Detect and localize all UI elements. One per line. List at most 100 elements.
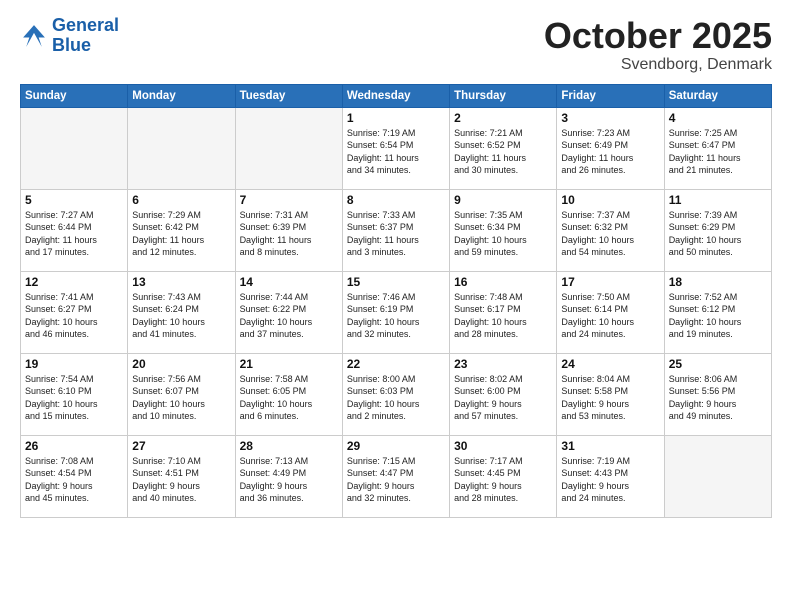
logo-line2: Blue: [52, 36, 119, 56]
calendar-cell: 4 Sunrise: 7:25 AM Sunset: 6:47 PM Daylig…: [664, 107, 771, 189]
day-info: Sunrise: 7:37 AM Sunset: 6:32 PM Dayligh…: [561, 209, 659, 259]
day-header-wednesday: Wednesday: [342, 84, 449, 107]
day-number: 29: [347, 439, 445, 453]
calendar-cell: 24Sunrise: 8:04 AM Sunset: 5:58 PM Dayli…: [557, 353, 664, 435]
calendar-cell: 21 Sunrise: 7:58 AM Sunset: 6:05 PM Dayli…: [235, 353, 342, 435]
day-info: Sunrise: 7:08 AM Sunset: 4:54 PM Dayligh…: [25, 455, 123, 505]
calendar-body: 1 Sunrise: 7:19 AM Sunset: 6:54 PM Daylig…: [21, 107, 772, 517]
day-info: Sunrise: 7:33 AM Sunset: 6:37 PM Dayligh…: [347, 209, 445, 259]
day-info: Sunrise: 7:41 AM Sunset: 6:27 PM Dayligh…: [25, 291, 123, 341]
day-number: 17: [561, 275, 659, 289]
day-info: Sunrise: 8:06 AM Sunset: 5:56 PM Dayligh…: [669, 373, 767, 423]
logo-line1: General: [52, 16, 119, 36]
calendar-cell: 2 Sunrise: 7:21 AM Sunset: 6:52 PM Daylig…: [450, 107, 557, 189]
day-number: 5: [25, 193, 123, 207]
day-number: 14: [240, 275, 338, 289]
day-info: Sunrise: 7:17 AM Sunset: 4:45 PM Dayligh…: [454, 455, 552, 505]
day-info: Sunrise: 7:43 AM Sunset: 6:24 PM Dayligh…: [132, 291, 230, 341]
day-info: Sunrise: 7:56 AM Sunset: 6:07 PM Dayligh…: [132, 373, 230, 423]
calendar-cell: 26 Sunrise: 7:08 AM Sunset: 4:54 PM Dayli…: [21, 435, 128, 517]
logo-icon: [20, 22, 48, 50]
day-info: Sunrise: 7:48 AM Sunset: 6:17 PM Dayligh…: [454, 291, 552, 341]
day-number: 22: [347, 357, 445, 371]
logo: General Blue: [20, 16, 119, 56]
calendar-cell: 8Sunrise: 7:33 AM Sunset: 6:37 PM Daylig…: [342, 189, 449, 271]
calendar-week-2: 5 Sunrise: 7:27 AM Sunset: 6:44 PM Daylig…: [21, 189, 772, 271]
day-info: Sunrise: 7:50 AM Sunset: 6:14 PM Dayligh…: [561, 291, 659, 341]
day-header-monday: Monday: [128, 84, 235, 107]
calendar-week-3: 12Sunrise: 7:41 AM Sunset: 6:27 PM Dayli…: [21, 271, 772, 353]
calendar-cell: 27 Sunrise: 7:10 AM Sunset: 4:51 PM Dayli…: [128, 435, 235, 517]
day-number: 10: [561, 193, 659, 207]
calendar-cell: 28Sunrise: 7:13 AM Sunset: 4:49 PM Dayli…: [235, 435, 342, 517]
day-info: Sunrise: 8:02 AM Sunset: 6:00 PM Dayligh…: [454, 373, 552, 423]
calendar-cell: 13Sunrise: 7:43 AM Sunset: 6:24 PM Dayli…: [128, 271, 235, 353]
day-info: Sunrise: 7:52 AM Sunset: 6:12 PM Dayligh…: [669, 291, 767, 341]
calendar-cell: 6Sunrise: 7:29 AM Sunset: 6:42 PM Daylig…: [128, 189, 235, 271]
calendar-cell: 30 Sunrise: 7:17 AM Sunset: 4:45 PM Dayli…: [450, 435, 557, 517]
calendar-week-1: 1 Sunrise: 7:19 AM Sunset: 6:54 PM Daylig…: [21, 107, 772, 189]
calendar-cell: 20 Sunrise: 7:56 AM Sunset: 6:07 PM Dayli…: [128, 353, 235, 435]
calendar-header-row: SundayMondayTuesdayWednesdayThursdayFrid…: [21, 84, 772, 107]
calendar-cell: 29 Sunrise: 7:15 AM Sunset: 4:47 PM Dayli…: [342, 435, 449, 517]
day-number: 23: [454, 357, 552, 371]
day-number: 1: [347, 111, 445, 125]
day-info: Sunrise: 7:46 AM Sunset: 6:19 PM Dayligh…: [347, 291, 445, 341]
calendar-cell: 15Sunrise: 7:46 AM Sunset: 6:19 PM Dayli…: [342, 271, 449, 353]
calendar-cell: 7Sunrise: 7:31 AM Sunset: 6:39 PM Daylig…: [235, 189, 342, 271]
day-number: 26: [25, 439, 123, 453]
day-number: 4: [669, 111, 767, 125]
day-info: Sunrise: 7:23 AM Sunset: 6:49 PM Dayligh…: [561, 127, 659, 177]
day-number: 18: [669, 275, 767, 289]
calendar-cell: 22Sunrise: 8:00 AM Sunset: 6:03 PM Dayli…: [342, 353, 449, 435]
day-number: 6: [132, 193, 230, 207]
calendar-table: SundayMondayTuesdayWednesdayThursdayFrid…: [20, 84, 772, 518]
calendar-cell: 3 Sunrise: 7:23 AM Sunset: 6:49 PM Daylig…: [557, 107, 664, 189]
day-number: 30: [454, 439, 552, 453]
calendar-week-5: 26 Sunrise: 7:08 AM Sunset: 4:54 PM Dayli…: [21, 435, 772, 517]
logo-text: General Blue: [52, 16, 119, 56]
calendar-cell: [664, 435, 771, 517]
day-number: 27: [132, 439, 230, 453]
calendar-cell: 25Sunrise: 8:06 AM Sunset: 5:56 PM Dayli…: [664, 353, 771, 435]
calendar-cell: 11Sunrise: 7:39 AM Sunset: 6:29 PM Dayli…: [664, 189, 771, 271]
calendar-cell: 19 Sunrise: 7:54 AM Sunset: 6:10 PM Dayli…: [21, 353, 128, 435]
page: General Blue October 2025 Svendborg, Den…: [0, 0, 792, 612]
day-info: Sunrise: 7:10 AM Sunset: 4:51 PM Dayligh…: [132, 455, 230, 505]
header: General Blue October 2025 Svendborg, Den…: [20, 16, 772, 74]
day-info: Sunrise: 7:54 AM Sunset: 6:10 PM Dayligh…: [25, 373, 123, 423]
calendar-cell: 9Sunrise: 7:35 AM Sunset: 6:34 PM Daylig…: [450, 189, 557, 271]
day-number: 16: [454, 275, 552, 289]
day-number: 21: [240, 357, 338, 371]
day-info: Sunrise: 7:31 AM Sunset: 6:39 PM Dayligh…: [240, 209, 338, 259]
location: Svendborg, Denmark: [544, 56, 772, 74]
calendar-cell: 18 Sunrise: 7:52 AM Sunset: 6:12 PM Dayli…: [664, 271, 771, 353]
day-info: Sunrise: 7:27 AM Sunset: 6:44 PM Dayligh…: [25, 209, 123, 259]
calendar-cell: 12Sunrise: 7:41 AM Sunset: 6:27 PM Dayli…: [21, 271, 128, 353]
day-number: 2: [454, 111, 552, 125]
day-info: Sunrise: 7:21 AM Sunset: 6:52 PM Dayligh…: [454, 127, 552, 177]
calendar-cell: [235, 107, 342, 189]
day-info: Sunrise: 7:19 AM Sunset: 4:43 PM Dayligh…: [561, 455, 659, 505]
day-header-sunday: Sunday: [21, 84, 128, 107]
month-title: October 2025: [544, 16, 772, 56]
day-number: 31: [561, 439, 659, 453]
day-info: Sunrise: 7:15 AM Sunset: 4:47 PM Dayligh…: [347, 455, 445, 505]
day-info: Sunrise: 7:25 AM Sunset: 6:47 PM Dayligh…: [669, 127, 767, 177]
calendar-cell: [21, 107, 128, 189]
day-number: 20: [132, 357, 230, 371]
day-info: Sunrise: 7:58 AM Sunset: 6:05 PM Dayligh…: [240, 373, 338, 423]
calendar-cell: 10 Sunrise: 7:37 AM Sunset: 6:32 PM Dayli…: [557, 189, 664, 271]
day-header-saturday: Saturday: [664, 84, 771, 107]
calendar-cell: [128, 107, 235, 189]
day-number: 3: [561, 111, 659, 125]
day-info: Sunrise: 7:39 AM Sunset: 6:29 PM Dayligh…: [669, 209, 767, 259]
calendar-cell: 31 Sunrise: 7:19 AM Sunset: 4:43 PM Dayli…: [557, 435, 664, 517]
calendar-cell: 1 Sunrise: 7:19 AM Sunset: 6:54 PM Daylig…: [342, 107, 449, 189]
day-info: Sunrise: 7:19 AM Sunset: 6:54 PM Dayligh…: [347, 127, 445, 177]
calendar-cell: 14 Sunrise: 7:44 AM Sunset: 6:22 PM Dayli…: [235, 271, 342, 353]
day-info: Sunrise: 7:13 AM Sunset: 4:49 PM Dayligh…: [240, 455, 338, 505]
day-info: Sunrise: 7:44 AM Sunset: 6:22 PM Dayligh…: [240, 291, 338, 341]
day-number: 19: [25, 357, 123, 371]
day-info: Sunrise: 7:35 AM Sunset: 6:34 PM Dayligh…: [454, 209, 552, 259]
